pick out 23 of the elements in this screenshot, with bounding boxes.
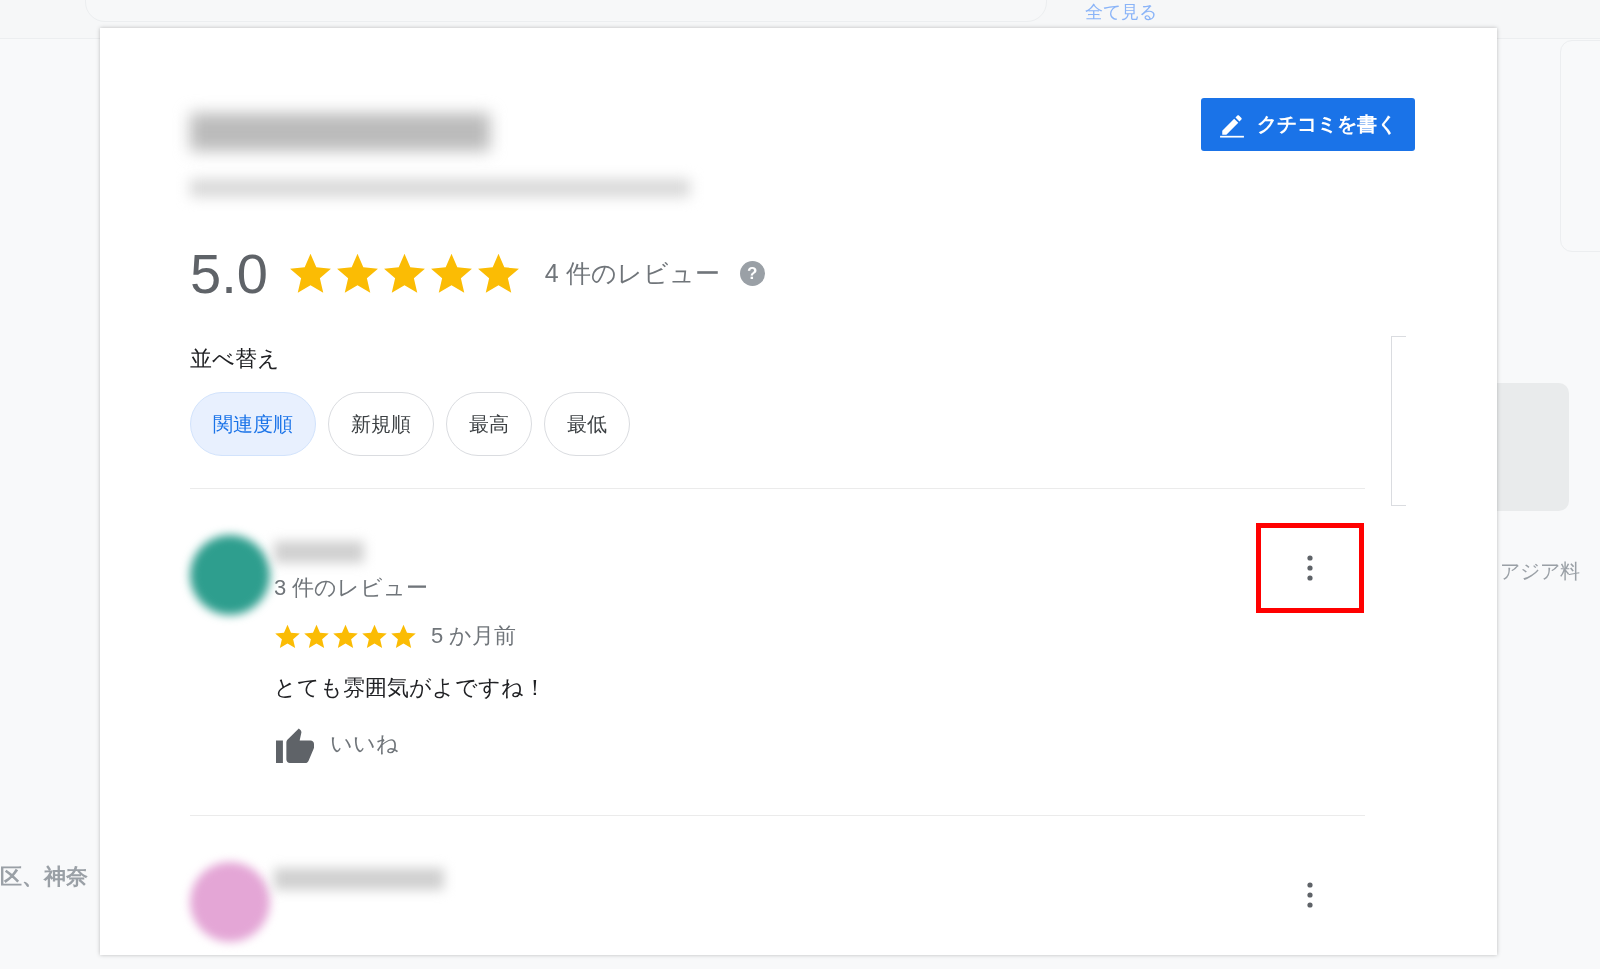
help-icon[interactable]: ?	[739, 261, 765, 286]
review-text: とても雰囲気がよですね！	[274, 674, 547, 702]
star-icon	[303, 622, 330, 650]
star-icon	[332, 622, 359, 650]
reviewer-review-count: 3 件のレビュー	[274, 574, 430, 602]
review-time: 5 か月前	[431, 622, 517, 650]
star-icon	[274, 622, 301, 650]
scrollbar[interactable]	[1391, 336, 1406, 506]
more-options-icon[interactable]	[1307, 882, 1313, 908]
sort-chip[interactable]: 関連度順	[190, 392, 316, 456]
sort-label: 並べ替え	[190, 345, 281, 373]
write-review-button[interactable]: クチコミを書く	[1201, 98, 1415, 151]
sort-chip[interactable]: 新規順	[328, 392, 434, 456]
more-options-icon[interactable]	[1307, 555, 1313, 581]
like-button[interactable]: いいね	[274, 725, 399, 763]
rating-score: 5.0	[190, 241, 268, 306]
background-text: アジア料	[1500, 559, 1580, 584]
sort-chip[interactable]: 最低	[544, 392, 630, 456]
star-icon	[390, 622, 417, 650]
review-count: 4 件のレビュー	[544, 258, 720, 289]
star-icon	[361, 622, 388, 650]
background-text: 区、神奈	[0, 863, 88, 891]
sort-chip[interactable]: 最高	[446, 392, 532, 456]
